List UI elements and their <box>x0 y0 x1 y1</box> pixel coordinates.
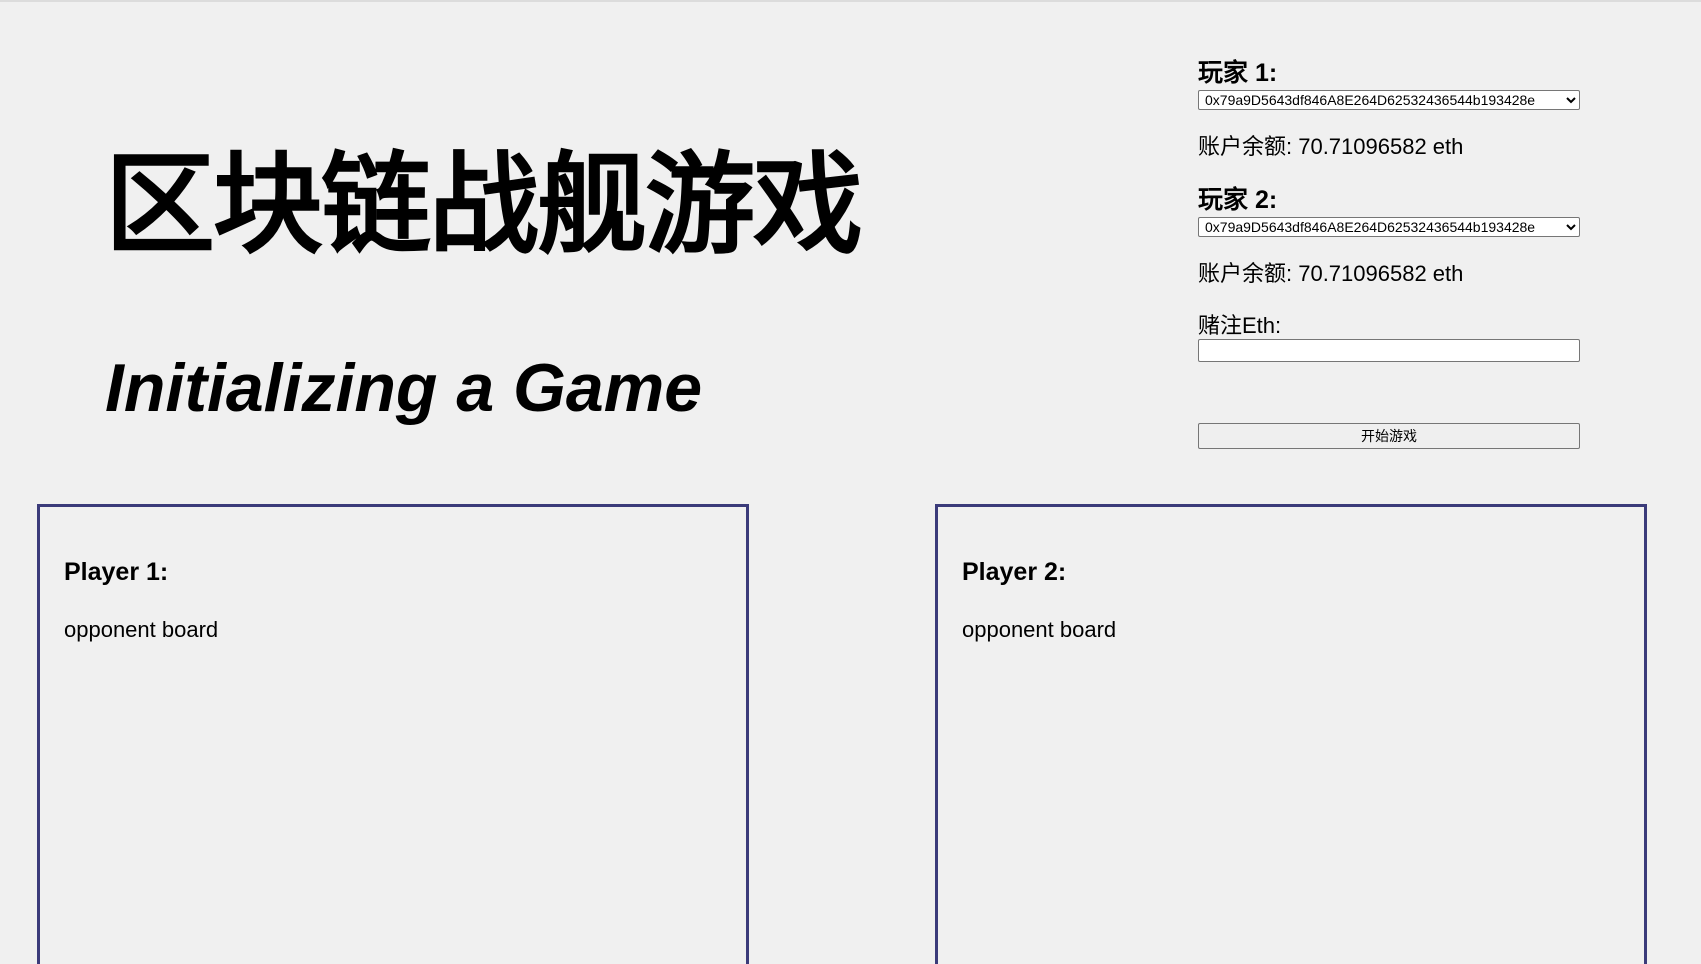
player1-balance: 账户余额: 70.71096582 eth <box>1198 134 1464 159</box>
player2-balance: 账户余额: 70.71096582 eth <box>1198 261 1464 286</box>
player2-account-select[interactable]: 0x79a9D5643df846A8E264D62532436544b19342… <box>1198 217 1580 237</box>
page-subtitle: Initializing a Game <box>105 350 703 426</box>
player2-board: Player 2: opponent board <box>935 504 1647 964</box>
player2-label: 玩家 2: <box>1198 186 1278 214</box>
start-game-button[interactable]: 开始游戏 <box>1198 423 1580 449</box>
player2-board-caption: opponent board <box>962 617 1117 642</box>
player1-board: Player 1: opponent board <box>37 504 749 964</box>
player1-account-select[interactable]: 0x79a9D5643df846A8E264D62532436544b19342… <box>1198 90 1580 110</box>
top-divider <box>0 0 1701 2</box>
stake-input[interactable] <box>1198 339 1580 362</box>
stake-label: 赌注Eth: <box>1198 313 1282 338</box>
player1-label: 玩家 1: <box>1198 59 1278 87</box>
player1-board-title: Player 1: <box>64 558 169 586</box>
page-title: 区块链战舰游戏 <box>105 141 863 269</box>
player1-board-caption: opponent board <box>64 617 219 642</box>
player2-board-title: Player 2: <box>962 558 1067 586</box>
